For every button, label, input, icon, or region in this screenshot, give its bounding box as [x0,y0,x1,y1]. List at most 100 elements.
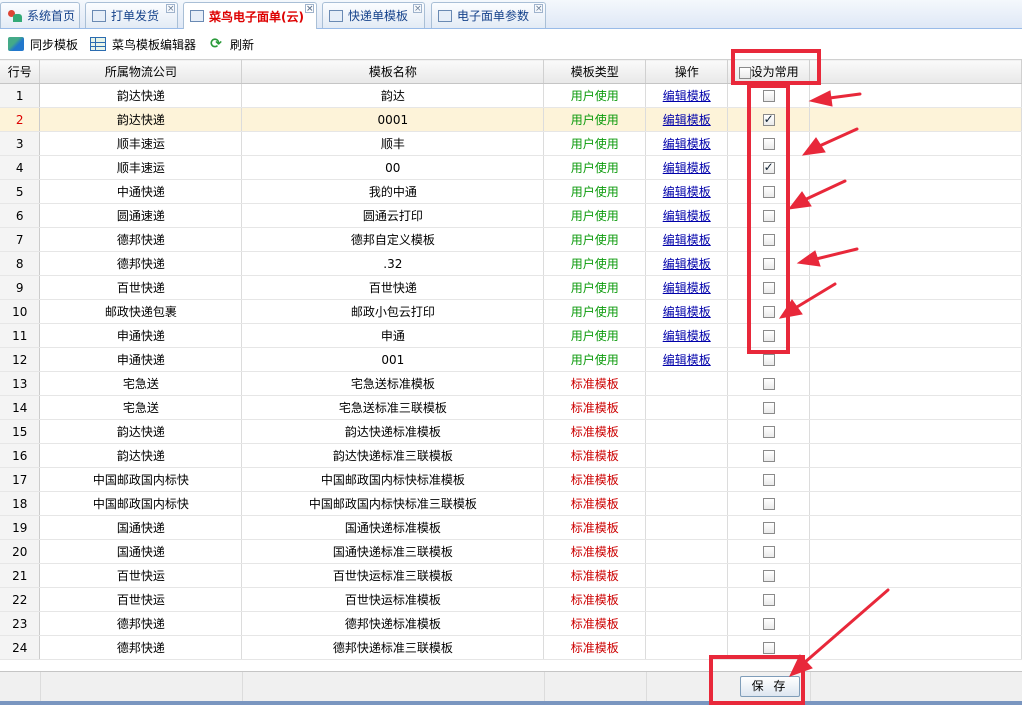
col-header-op[interactable]: 操作 [645,59,729,84]
set-common-checkbox[interactable] [762,306,775,318]
set-common-checkbox[interactable] [762,330,775,342]
common-cell[interactable] [727,371,811,396]
common-cell[interactable] [727,227,811,252]
set-common-checkbox[interactable] [762,378,775,390]
edit-template-link[interactable]: 编辑模板 [663,257,711,271]
table-row[interactable]: 12 申通快递 001 用户使用 编辑模板 [0,347,1022,372]
close-icon[interactable]: × [166,4,175,14]
common-cell[interactable] [727,323,811,348]
edit-template-link[interactable]: 编辑模板 [663,329,711,343]
common-cell[interactable] [727,275,811,300]
refresh-button[interactable]: ⟳ 刷新 [208,36,254,53]
close-icon[interactable]: × [413,4,422,14]
common-cell[interactable] [727,539,811,564]
common-cell[interactable] [727,131,811,156]
common-cell[interactable] [727,203,811,228]
table-row[interactable]: 8 德邦快递 .32 用户使用 编辑模板 [0,251,1022,276]
table-row[interactable]: 23 德邦快递 德邦快递标准模板 标准模板 [0,611,1022,636]
table-row[interactable]: 18 中国邮政国内标快 中国邮政国内标快标准三联模板 标准模板 [0,491,1022,516]
set-common-checkbox[interactable] [762,522,775,534]
col-header-type[interactable]: 模板类型 [543,59,647,84]
table-row[interactable]: 22 百世快运 百世快运标准模板 标准模板 [0,587,1022,612]
table-row[interactable]: 2 韵达快递 0001 用户使用 编辑模板 [0,107,1022,132]
set-common-checkbox[interactable] [762,426,775,438]
table-row[interactable]: 21 百世快运 百世快运标准三联模板 标准模板 [0,563,1022,588]
common-cell[interactable] [727,467,811,492]
tab-home[interactable]: 系统首页 [0,2,80,28]
set-common-checkbox[interactable] [762,210,775,222]
close-icon[interactable]: × [534,4,543,14]
set-common-checkbox[interactable] [762,402,775,414]
table-row[interactable]: 1 韵达快递 韵达 用户使用 编辑模板 [0,83,1022,108]
set-common-checkbox[interactable] [762,282,775,294]
edit-template-link[interactable]: 编辑模板 [663,209,711,223]
tab-print-ship[interactable]: 打单发货 × [85,2,178,28]
set-common-checkbox[interactable] [762,498,775,510]
common-cell[interactable] [727,635,811,660]
set-common-checkbox[interactable] [762,618,775,630]
edit-template-link[interactable]: 编辑模板 [663,161,711,175]
tab-waybill-params[interactable]: 电子面单参数 × [431,2,546,28]
table-row[interactable]: 10 邮政快递包裹 邮政小包云打印 用户使用 编辑模板 [0,299,1022,324]
common-cell[interactable] [727,395,811,420]
edit-template-link[interactable]: 编辑模板 [663,137,711,151]
common-cell[interactable] [727,491,811,516]
edit-template-link[interactable]: 编辑模板 [663,185,711,199]
edit-template-link[interactable]: 编辑模板 [663,305,711,319]
common-cell[interactable] [727,155,811,180]
common-cell[interactable] [727,299,811,324]
edit-template-link[interactable]: 编辑模板 [663,89,711,103]
set-common-checkbox[interactable] [762,594,775,606]
common-cell[interactable] [727,347,811,372]
common-cell[interactable] [727,107,811,132]
set-common-checkbox[interactable] [762,138,775,150]
set-common-checkbox[interactable] [762,570,775,582]
common-cell[interactable] [727,83,811,108]
common-cell[interactable] [727,251,811,276]
select-all-checkbox[interactable] [738,66,751,79]
col-header-company[interactable]: 所属物流公司 [39,59,243,84]
table-row[interactable]: 11 申通快递 申通 用户使用 编辑模板 [0,323,1022,348]
edit-template-link[interactable]: 编辑模板 [663,353,711,367]
common-cell[interactable] [727,419,811,444]
close-icon[interactable]: × [305,4,314,14]
table-row[interactable]: 6 圆通速递 圆通云打印 用户使用 编辑模板 [0,203,1022,228]
table-row[interactable]: 4 顺丰速运 00 用户使用 编辑模板 [0,155,1022,180]
set-common-checkbox[interactable] [762,186,775,198]
set-common-checkbox[interactable] [762,474,775,486]
table-row[interactable]: 24 德邦快递 德邦快递标准三联模板 标准模板 [0,635,1022,660]
edit-template-link[interactable]: 编辑模板 [663,233,711,247]
template-editor-button[interactable]: 菜鸟模板编辑器 [90,36,196,53]
save-button[interactable]: 保 存 [740,676,800,697]
set-common-checkbox[interactable] [762,354,775,366]
table-row[interactable]: 5 中通快递 我的中通 用户使用 编辑模板 [0,179,1022,204]
common-cell[interactable] [727,587,811,612]
table-row[interactable]: 20 国通快递 国通快递标准三联模板 标准模板 [0,539,1022,564]
common-cell[interactable] [727,179,811,204]
col-header-common[interactable]: 设为常用 [727,59,811,84]
col-header-name[interactable]: 模板名称 [241,59,545,84]
set-common-checkbox[interactable] [762,258,775,270]
tab-cainiao-waybill[interactable]: 菜鸟电子面单(云) × [183,2,317,29]
set-common-checkbox[interactable] [762,642,775,654]
table-row[interactable]: 9 百世快递 百世快递 用户使用 编辑模板 [0,275,1022,300]
sync-templates-button[interactable]: 同步模板 [8,36,78,53]
col-header-row[interactable]: 行号 [0,59,41,84]
set-common-checkbox[interactable] [762,546,775,558]
common-cell[interactable] [727,515,811,540]
table-row[interactable]: 19 国通快递 国通快递标准模板 标准模板 [0,515,1022,540]
set-common-checkbox[interactable] [762,112,775,126]
table-row[interactable]: 16 韵达快递 韵达快递标准三联模板 标准模板 [0,443,1022,468]
common-cell[interactable] [727,443,811,468]
table-row[interactable]: 7 德邦快递 德邦自定义模板 用户使用 编辑模板 [0,227,1022,252]
set-common-checkbox[interactable] [762,160,775,174]
table-row[interactable]: 13 宅急送 宅急送标准模板 标准模板 [0,371,1022,396]
table-row[interactable]: 15 韵达快递 韵达快递标准模板 标准模板 [0,419,1022,444]
table-row[interactable]: 14 宅急送 宅急送标准三联模板 标准模板 [0,395,1022,420]
table-row[interactable]: 3 顺丰速运 顺丰 用户使用 编辑模板 [0,131,1022,156]
common-cell[interactable] [727,611,811,636]
set-common-checkbox[interactable] [762,234,775,246]
table-row[interactable]: 17 中国邮政国内标快 中国邮政国内标快标准模板 标准模板 [0,467,1022,492]
edit-template-link[interactable]: 编辑模板 [663,113,711,127]
edit-template-link[interactable]: 编辑模板 [663,281,711,295]
